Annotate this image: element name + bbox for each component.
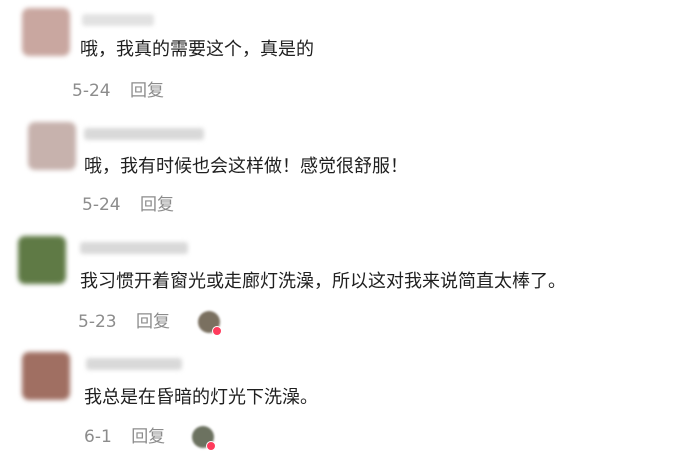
comment-date: 5-23 <box>78 312 117 332</box>
comment-meta: 5-23 回复 <box>78 312 170 332</box>
reply-button[interactable]: 回复 <box>140 195 174 215</box>
comment-meta: 6-1 回复 <box>84 427 165 447</box>
avatar[interactable] <box>22 352 70 400</box>
comment-item: 哦，我真的需要这个，真是的 5-24 回复 <box>0 0 690 110</box>
username-blurred[interactable] <box>86 358 182 370</box>
reply-button[interactable]: 回复 <box>131 427 165 447</box>
comment-date: 5-24 <box>72 81 111 101</box>
comment-meta: 5-24 回复 <box>72 81 164 101</box>
comment-item: 哦，我有时候也会这样做！感觉很舒服！ 5-24 回复 <box>0 110 690 222</box>
username-blurred[interactable] <box>82 14 154 26</box>
comment-text: 哦，我真的需要这个，真是的 <box>80 39 314 60</box>
reply-badge-icon <box>206 441 216 451</box>
comment-text: 哦，我有时候也会这样做！感觉很舒服！ <box>84 156 408 177</box>
comment-item: 我习惯开着窗光或走廊灯洗澡，所以这对我来说简直太棒了。 5-23 回复 <box>0 222 690 340</box>
comment-date: 6-1 <box>84 427 112 447</box>
comment-item: 我总是在昏暗的灯光下洗澡。 6-1 回复 <box>0 340 690 451</box>
username-blurred[interactable] <box>80 242 188 254</box>
comment-date: 5-24 <box>82 195 121 215</box>
username-blurred[interactable] <box>84 128 204 140</box>
reply-button[interactable]: 回复 <box>130 81 164 101</box>
comment-text: 我习惯开着窗光或走廊灯洗澡，所以这对我来说简直太棒了。 <box>80 271 566 292</box>
reply-button[interactable]: 回复 <box>136 312 170 332</box>
reply-badge-icon <box>212 326 222 336</box>
avatar[interactable] <box>18 236 66 284</box>
avatar[interactable] <box>22 8 70 56</box>
comment-text: 我总是在昏暗的灯光下洗澡。 <box>84 387 318 408</box>
avatar[interactable] <box>28 122 76 170</box>
comment-meta: 5-24 回复 <box>82 195 174 215</box>
